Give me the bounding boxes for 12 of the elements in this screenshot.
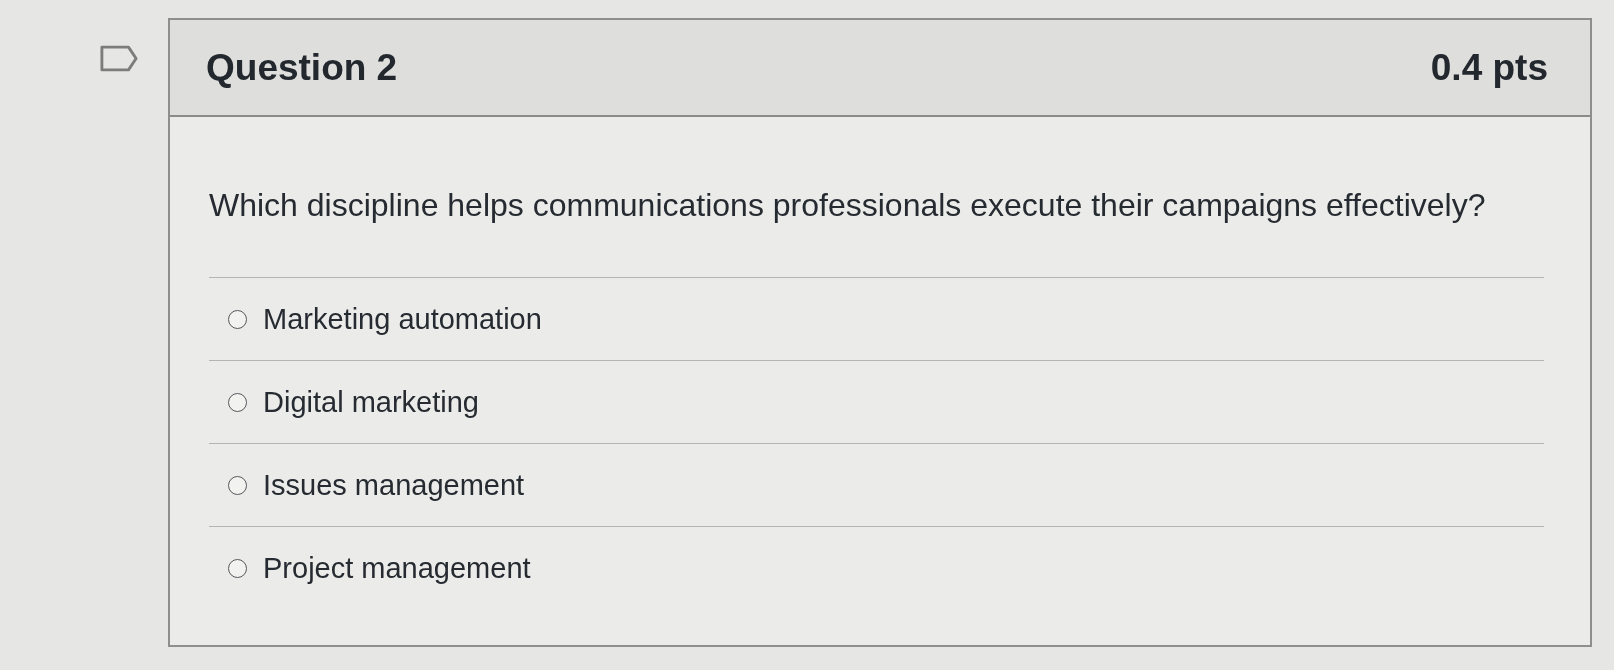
question-text: Which discipline helps communications professionals execute their campaigns effectively? xyxy=(209,186,1487,225)
points-label: 0.4 pts xyxy=(1430,46,1548,89)
radio-button[interactable] xyxy=(228,392,247,412)
answer-label[interactable]: Digital marketing xyxy=(263,385,479,419)
tag-icon[interactable] xyxy=(100,45,138,72)
radio-button[interactable] xyxy=(228,558,247,578)
question-title: Question 2 xyxy=(206,46,398,89)
radio-button[interactable] xyxy=(228,309,247,329)
answer-label[interactable]: Project management xyxy=(263,551,531,585)
answer-label[interactable]: Marketing automation xyxy=(263,302,542,336)
answer-label[interactable]: Issues management xyxy=(263,468,525,502)
radio-button[interactable] xyxy=(228,475,247,495)
